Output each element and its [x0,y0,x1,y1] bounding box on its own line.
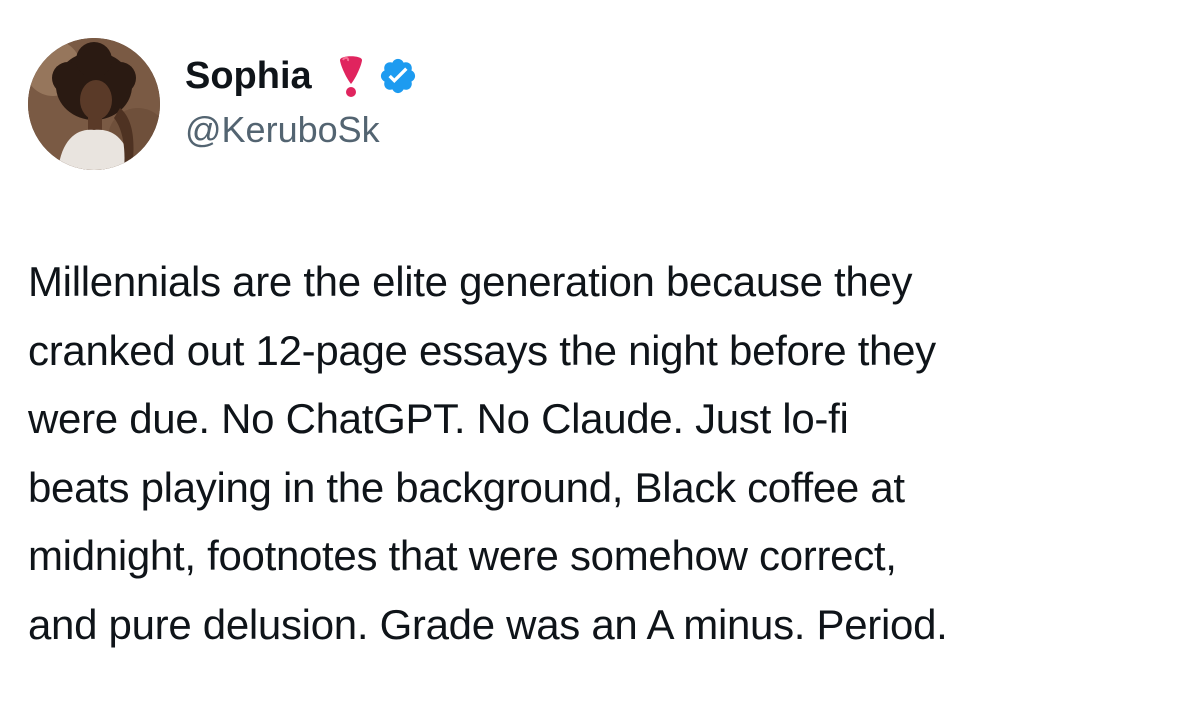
tweet-header: Sophia @KeruboSk [185,52,418,152]
user-handle[interactable]: @KeruboSk [185,108,418,152]
avatar[interactable] [28,38,160,170]
tweet-text: Millennials are the elite generation bec… [28,258,948,648]
display-name[interactable]: Sophia [185,52,312,100]
verified-badge-icon[interactable] [378,56,418,96]
tweet-card: Sophia @KeruboSk Millennials are the eli… [0,0,1179,707]
avatar-photo [28,38,160,170]
heavy-exclamation-mark-icon [334,54,368,98]
name-row: Sophia [185,52,418,100]
